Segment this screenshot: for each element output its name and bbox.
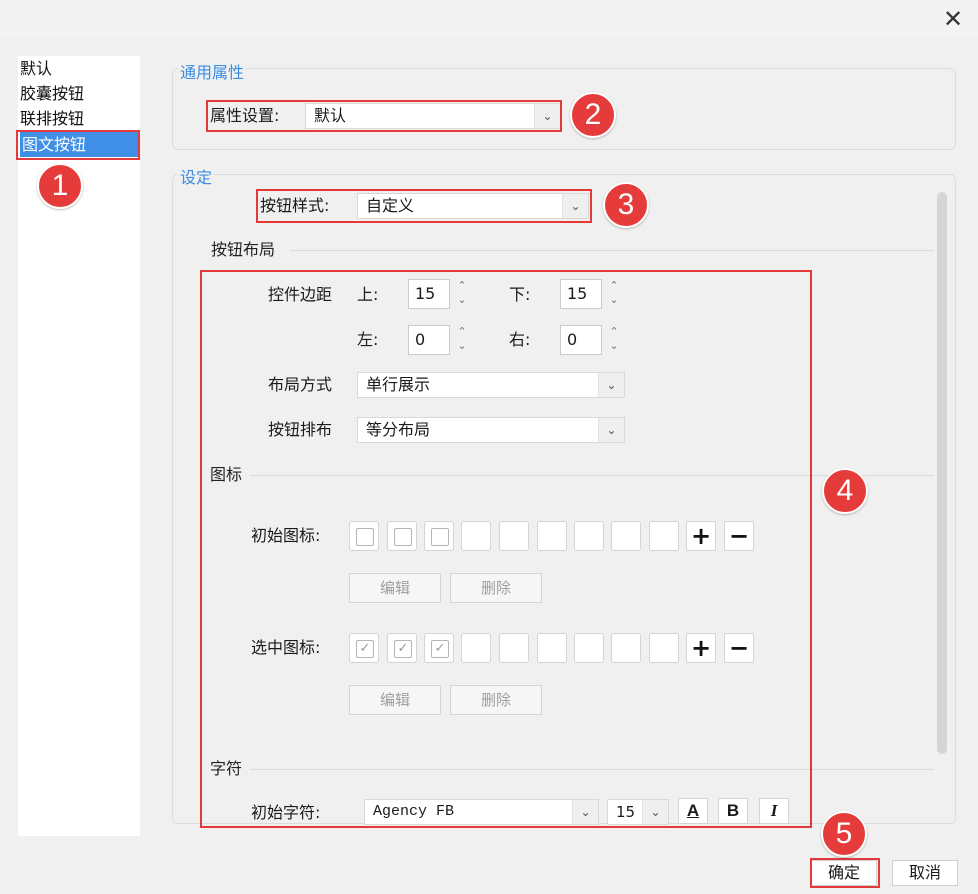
- initial-icon-slot-8[interactable]: [611, 521, 641, 551]
- button-style-value: 自定义: [366, 196, 415, 215]
- selected-icon-slot-2[interactable]: ✓: [387, 633, 417, 663]
- font-size-value: 15: [616, 803, 636, 821]
- cancel-button[interactable]: 取消: [892, 860, 958, 886]
- margin-left-label: 左:: [357, 330, 379, 349]
- layout-mode-label: 布局方式: [268, 375, 333, 394]
- close-icon[interactable]: ✕: [940, 6, 966, 32]
- chevron-down-icon[interactable]: ⌄: [598, 418, 624, 442]
- chevron-down-icon[interactable]: ⌄: [534, 104, 560, 128]
- selected-icon-slot-5[interactable]: [499, 633, 529, 663]
- remove-selected-icon-button[interactable]: −: [724, 633, 754, 663]
- annotation-badge-1: 1: [37, 163, 83, 209]
- sidebar-item-capsule-button[interactable]: 胶囊按钮: [20, 81, 138, 106]
- icon-section-label: 图标: [210, 465, 243, 484]
- initial-icon-slot-4[interactable]: [461, 521, 491, 551]
- margin-left-spinner[interactable]: 0 ⌃ ⌄: [408, 325, 472, 355]
- annotation-badge-4: 4: [822, 468, 868, 514]
- initial-char-label: 初始字符:: [251, 803, 321, 822]
- layout-mode-select[interactable]: 单行展示 ⌄: [357, 372, 625, 398]
- chevron-down-icon[interactable]: ⌄: [572, 800, 598, 824]
- initial-icon-slot-7[interactable]: [574, 521, 604, 551]
- button-arrangement-label: 按钮排布: [268, 420, 333, 439]
- font-family-select[interactable]: Agency FB ⌄: [364, 799, 599, 825]
- margin-top-label: 上:: [357, 285, 379, 304]
- margin-top-input[interactable]: 15: [408, 279, 450, 309]
- button-arrangement-select[interactable]: 等分布局 ⌄: [357, 417, 625, 443]
- font-size-select[interactable]: 15 ⌄: [607, 799, 669, 825]
- margin-top-spinner[interactable]: 15 ⌃ ⌄: [408, 279, 472, 309]
- chevron-down-icon[interactable]: ⌄: [598, 373, 624, 397]
- sidebar-item-row-button[interactable]: 联排按钮: [20, 106, 138, 131]
- selected-icon-slot-8[interactable]: [611, 633, 641, 663]
- settings-title: 设定: [178, 164, 215, 188]
- initial-icon-slot-2[interactable]: [387, 521, 417, 551]
- initial-icon-slot-9[interactable]: [649, 521, 679, 551]
- font-color-button[interactable]: A: [678, 798, 708, 824]
- vertical-scrollbar[interactable]: [937, 192, 947, 754]
- delete-initial-icon-button[interactable]: 删除: [450, 573, 542, 603]
- selected-icon-slot-1[interactable]: ✓: [349, 633, 379, 663]
- margin-right-input[interactable]: 0: [560, 325, 602, 355]
- button-style-select[interactable]: 自定义 ⌄: [357, 193, 589, 219]
- spinner-arrows-icon[interactable]: ⌃ ⌄: [604, 325, 624, 355]
- spinner-arrows-icon[interactable]: ⌃ ⌄: [452, 279, 472, 309]
- property-setting-label: 属性设置:: [210, 106, 280, 125]
- control-margin-label: 控件边距: [268, 285, 333, 304]
- sidebar-item-image-text-button[interactable]: 图文按钮: [20, 132, 138, 157]
- button-arrangement-value: 等分布局: [366, 420, 431, 439]
- font-family-value: Agency FB: [373, 803, 455, 820]
- char-section-label: 字符: [210, 759, 243, 778]
- button-layout-section-label: 按钮布局: [211, 240, 276, 259]
- title-bar: [0, 0, 978, 36]
- initial-icon-slot-3[interactable]: [424, 521, 454, 551]
- ok-button[interactable]: 确定: [811, 860, 877, 886]
- annotation-badge-3: 3: [603, 182, 649, 228]
- general-properties-title: 通用属性: [178, 59, 247, 83]
- annotation-badge-2: 2: [570, 92, 616, 138]
- delete-selected-icon-button[interactable]: 删除: [450, 685, 542, 715]
- spinner-arrows-icon[interactable]: ⌃ ⌄: [604, 279, 624, 309]
- selected-icon-slot-4[interactable]: [461, 633, 491, 663]
- sidebar-item-default[interactable]: 默认: [20, 56, 138, 81]
- remove-initial-icon-button[interactable]: −: [724, 521, 754, 551]
- divider: [250, 769, 934, 770]
- initial-icon-slot-6[interactable]: [537, 521, 567, 551]
- selected-icon-slot-3[interactable]: ✓: [424, 633, 454, 663]
- divider: [290, 250, 934, 251]
- edit-selected-icon-button[interactable]: 编辑: [349, 685, 441, 715]
- property-setting-select[interactable]: 默认 ⌄: [305, 103, 561, 129]
- button-style-label: 按钮样式:: [260, 196, 330, 215]
- margin-bottom-input[interactable]: 15: [560, 279, 602, 309]
- margin-right-spinner[interactable]: 0 ⌃ ⌄: [560, 325, 624, 355]
- add-selected-icon-button[interactable]: +: [686, 633, 716, 663]
- selected-icon-slot-7[interactable]: [574, 633, 604, 663]
- bold-button[interactable]: B: [718, 798, 748, 824]
- selected-icon-slot-6[interactable]: [537, 633, 567, 663]
- margin-bottom-label: 下:: [509, 285, 531, 304]
- general-properties-group: [172, 68, 956, 150]
- layout-mode-value: 单行展示: [366, 375, 431, 394]
- property-setting-value: 默认: [314, 106, 347, 125]
- margin-left-input[interactable]: 0: [408, 325, 450, 355]
- chevron-down-icon[interactable]: ⌄: [562, 194, 588, 218]
- initial-icon-slot-1[interactable]: [349, 521, 379, 551]
- spinner-arrows-icon[interactable]: ⌃ ⌄: [452, 325, 472, 355]
- annotation-badge-5: 5: [821, 811, 867, 857]
- initial-icon-label: 初始图标:: [251, 526, 321, 545]
- initial-icon-slot-5[interactable]: [499, 521, 529, 551]
- italic-button[interactable]: I: [759, 798, 789, 824]
- selected-icon-label: 选中图标:: [251, 638, 321, 657]
- add-initial-icon-button[interactable]: +: [686, 521, 716, 551]
- edit-initial-icon-button[interactable]: 编辑: [349, 573, 441, 603]
- selected-icon-slot-9[interactable]: [649, 633, 679, 663]
- margin-right-label: 右:: [509, 330, 531, 349]
- margin-bottom-spinner[interactable]: 15 ⌃ ⌄: [560, 279, 624, 309]
- chevron-down-icon[interactable]: ⌄: [642, 800, 668, 824]
